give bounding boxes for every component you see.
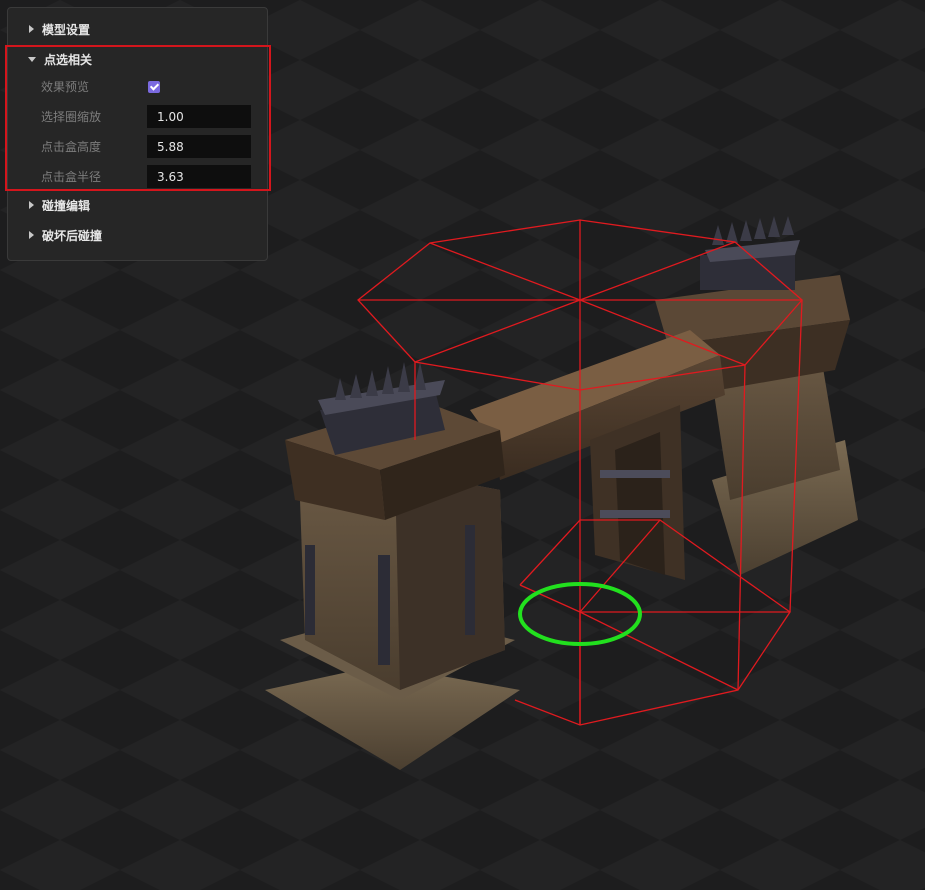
section-pick-settings[interactable]: 点选相关: [8, 49, 92, 69]
chevron-right-icon: [29, 231, 34, 239]
section-model-settings[interactable]: 模型设置: [8, 19, 90, 39]
section-label: 点选相关: [44, 52, 93, 67]
scale-label: 选择圈缩放: [41, 110, 102, 124]
scale-input[interactable]: [147, 105, 251, 128]
section-label: 模型设置: [42, 22, 91, 37]
radius-input[interactable]: [147, 165, 251, 188]
properties-panel: 模型设置 点选相关 效果预览 选择圈缩放 点击盒高度 点击盒半径 碰撞编辑 破坏…: [7, 7, 268, 261]
preview-label: 效果预览: [41, 80, 90, 94]
section-collision-edit[interactable]: 碰撞编辑: [8, 195, 90, 215]
chevron-right-icon: [29, 25, 34, 33]
chevron-down-icon: [28, 56, 36, 62]
height-label: 点击盒高度: [41, 140, 102, 154]
preview-checkbox[interactable]: [148, 81, 160, 93]
height-input[interactable]: [147, 135, 251, 158]
radius-label: 点击盒半径: [41, 170, 102, 184]
section-label: 破坏后碰撞: [42, 228, 103, 243]
chevron-right-icon: [29, 201, 34, 209]
section-post-destruction-collision[interactable]: 破坏后碰撞: [8, 225, 102, 245]
section-label: 碰撞编辑: [42, 198, 91, 213]
